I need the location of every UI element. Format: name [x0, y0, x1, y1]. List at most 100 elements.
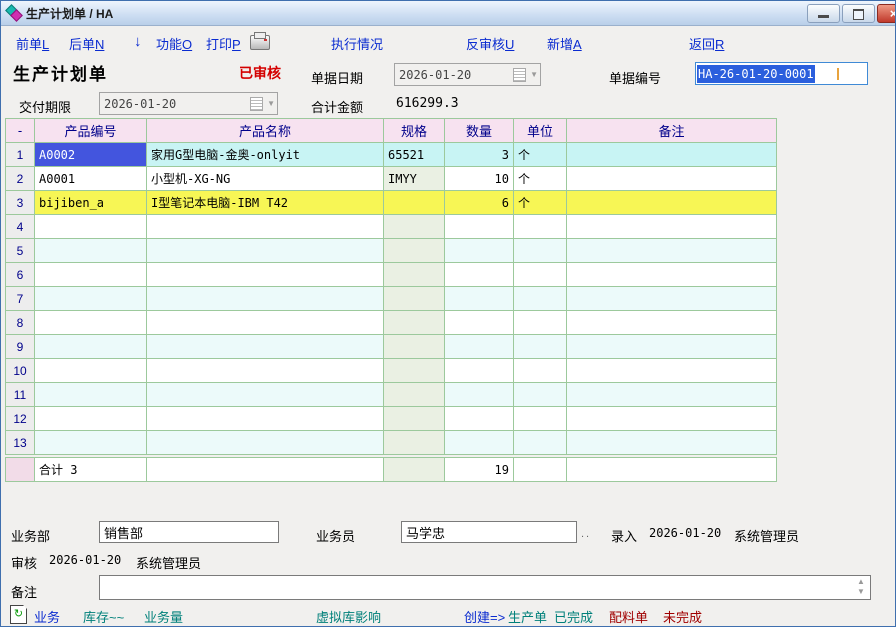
- row-number[interactable]: 4: [6, 215, 35, 239]
- row-number[interactable]: 5: [6, 239, 35, 263]
- cell-spec[interactable]: [384, 431, 445, 455]
- toolbar-add-new[interactable]: 新增A: [547, 34, 582, 53]
- browse-dots[interactable]: ..: [581, 528, 591, 540]
- cell-product-name[interactable]: [147, 335, 384, 359]
- cell-unit[interactable]: [514, 263, 567, 287]
- cell-note[interactable]: [567, 167, 777, 191]
- link-create[interactable]: 创建=>: [464, 607, 505, 626]
- cell-note[interactable]: [567, 239, 777, 263]
- person-input[interactable]: [401, 521, 577, 543]
- cell-product-code[interactable]: bijiben_a: [35, 191, 147, 215]
- cell-note[interactable]: [567, 359, 777, 383]
- cell-qty[interactable]: [445, 335, 514, 359]
- cell-product-code[interactable]: [35, 407, 147, 431]
- row-number[interactable]: 6: [6, 263, 35, 287]
- cell-qty[interactable]: [445, 263, 514, 287]
- cell-note[interactable]: [567, 431, 777, 455]
- cell-product-code[interactable]: [35, 215, 147, 239]
- cell-spec[interactable]: [384, 383, 445, 407]
- cell-product-code[interactable]: A0002: [35, 143, 147, 167]
- link-inventory[interactable]: 库存~~: [83, 607, 124, 626]
- doc-no-input[interactable]: HA-26-01-20-0001: [695, 62, 868, 85]
- cell-qty[interactable]: [445, 383, 514, 407]
- link-not-completed[interactable]: 未完成: [663, 607, 702, 626]
- cell-note[interactable]: [567, 215, 777, 239]
- toolbar-function[interactable]: 功能O: [156, 34, 192, 53]
- close-button[interactable]: ×: [877, 4, 896, 23]
- toolbar-prev-doc[interactable]: 前单L: [16, 34, 49, 53]
- cell-product-code[interactable]: [35, 335, 147, 359]
- row-number[interactable]: 12: [6, 407, 35, 431]
- note-input[interactable]: [100, 576, 848, 599]
- cell-qty[interactable]: 6: [445, 191, 514, 215]
- toolbar-return[interactable]: 返回R: [689, 34, 724, 53]
- cell-note[interactable]: [567, 311, 777, 335]
- link-production-order[interactable]: 生产单: [508, 607, 547, 626]
- cell-product-name[interactable]: I型笔记本电脑-IBM T42: [147, 191, 384, 215]
- link-ingredient-order[interactable]: 配料单: [609, 607, 648, 626]
- spinner-up-down-icon[interactable]: ▲▼: [854, 577, 868, 598]
- row-number[interactable]: 9: [6, 335, 35, 359]
- col-header-product-code[interactable]: 产品编号: [35, 119, 147, 143]
- cell-spec[interactable]: [384, 359, 445, 383]
- cell-unit[interactable]: [514, 215, 567, 239]
- row-number[interactable]: 11: [6, 383, 35, 407]
- link-completed[interactable]: 已完成: [554, 607, 593, 626]
- cell-spec[interactable]: [384, 191, 445, 215]
- cell-product-name[interactable]: [147, 431, 384, 455]
- chevron-down-icon[interactable]: ▼: [267, 99, 275, 108]
- row-number[interactable]: 13: [6, 431, 35, 455]
- printer-icon[interactable]: [250, 35, 270, 50]
- link-virtual-stock[interactable]: 虚拟库影响: [316, 607, 381, 626]
- row-number[interactable]: 3: [6, 191, 35, 215]
- cell-note[interactable]: [567, 407, 777, 431]
- cell-unit[interactable]: [514, 383, 567, 407]
- cell-unit[interactable]: [514, 407, 567, 431]
- cell-unit[interactable]: 个: [514, 167, 567, 191]
- cell-product-name[interactable]: [147, 215, 384, 239]
- cell-product-code[interactable]: [35, 239, 147, 263]
- cell-product-name[interactable]: 家用G型电脑-金奥-onlyit: [147, 143, 384, 167]
- cell-product-code[interactable]: [35, 311, 147, 335]
- refresh-doc-icon[interactable]: ↻: [10, 605, 27, 624]
- row-number[interactable]: 10: [6, 359, 35, 383]
- dept-input[interactable]: [99, 521, 279, 543]
- cell-spec[interactable]: [384, 335, 445, 359]
- row-number[interactable]: 2: [6, 167, 35, 191]
- cell-product-name[interactable]: 小型机-XG-NG: [147, 167, 384, 191]
- cell-spec[interactable]: IMYY: [384, 167, 445, 191]
- cell-note[interactable]: [567, 383, 777, 407]
- col-header-unit[interactable]: 单位: [514, 119, 567, 143]
- cell-spec[interactable]: [384, 215, 445, 239]
- chevron-down-icon[interactable]: ▼: [530, 70, 538, 79]
- cell-unit[interactable]: [514, 287, 567, 311]
- col-header-product-name[interactable]: 产品名称: [147, 119, 384, 143]
- doc-date-field[interactable]: 2026-01-20 ▼: [394, 63, 541, 86]
- cell-product-name[interactable]: [147, 287, 384, 311]
- cell-qty[interactable]: [445, 215, 514, 239]
- calendar-icon[interactable]: [250, 97, 263, 111]
- cell-unit[interactable]: 个: [514, 191, 567, 215]
- restore-button[interactable]: [842, 4, 875, 23]
- col-header-rownum[interactable]: -: [6, 119, 35, 143]
- cell-unit[interactable]: [514, 359, 567, 383]
- cell-unit[interactable]: [514, 239, 567, 263]
- deadline-field[interactable]: 2026-01-20 ▼: [99, 92, 278, 115]
- cell-product-name[interactable]: [147, 359, 384, 383]
- toolbar-unaudit[interactable]: 反审核U: [466, 34, 514, 53]
- cell-spec[interactable]: [384, 263, 445, 287]
- cell-product-code[interactable]: [35, 263, 147, 287]
- cell-qty[interactable]: [445, 359, 514, 383]
- cell-qty[interactable]: [445, 287, 514, 311]
- link-business[interactable]: 业务: [34, 607, 60, 626]
- function-down-arrow-icon[interactable]: ↓: [134, 33, 142, 50]
- cell-spec[interactable]: [384, 287, 445, 311]
- cell-spec[interactable]: 65521: [384, 143, 445, 167]
- cell-product-code[interactable]: [35, 359, 147, 383]
- cell-note[interactable]: [567, 263, 777, 287]
- cell-qty[interactable]: 3: [445, 143, 514, 167]
- cell-product-code[interactable]: [35, 431, 147, 455]
- cell-product-code[interactable]: A0001: [35, 167, 147, 191]
- cell-spec[interactable]: [384, 407, 445, 431]
- cell-product-name[interactable]: [147, 383, 384, 407]
